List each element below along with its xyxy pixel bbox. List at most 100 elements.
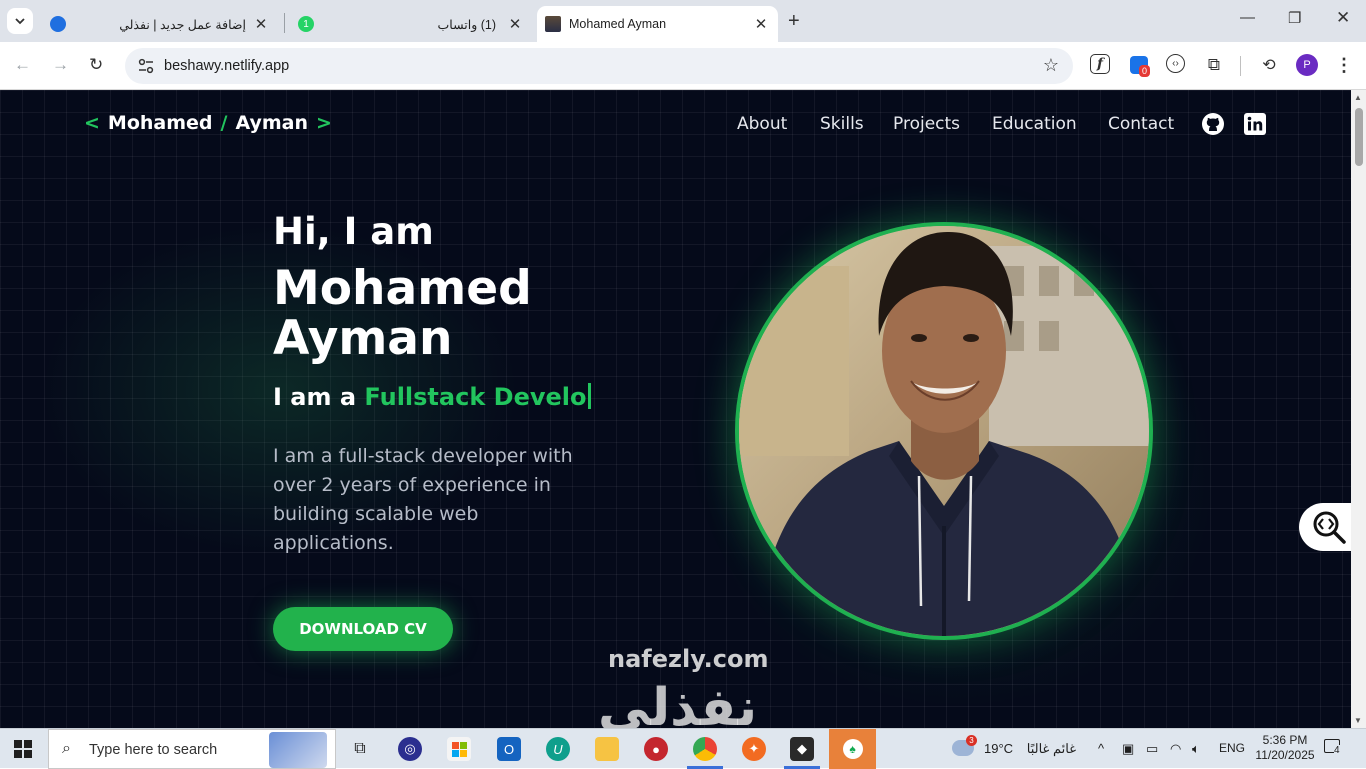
close-tab-icon[interactable]: ✕	[252, 15, 270, 33]
watermark-latin: nafezly.com	[608, 645, 769, 673]
weather-temp[interactable]: 19°C	[984, 741, 1013, 756]
store-app-icon[interactable]	[447, 737, 471, 761]
outlook-app-icon[interactable]: O	[497, 737, 521, 761]
close-tab-icon[interactable]: ✕	[506, 15, 524, 33]
logo-bracket-right: >	[316, 112, 332, 134]
close-tab-icon[interactable]: ✕	[752, 15, 770, 33]
performance-icon[interactable]: ⟲	[1258, 54, 1280, 76]
terminal-app-icon[interactable]: ◆	[790, 737, 814, 761]
camera-icon[interactable]: ▣	[1122, 741, 1134, 757]
extensions-puzzle-icon[interactable]: ⧉	[1203, 54, 1225, 76]
nafezly-favicon-icon	[50, 16, 66, 32]
reload-icon[interactable]: ↻	[89, 55, 103, 75]
file-explorer-icon[interactable]	[595, 737, 619, 761]
scroll-down-icon[interactable]: ▼	[1354, 716, 1362, 725]
minimize-icon[interactable]: —	[1240, 9, 1255, 26]
upwork-app-icon[interactable]: U	[546, 737, 570, 761]
hero-name: Mohamed Ayman	[273, 261, 532, 366]
notification-center-icon[interactable]: 4	[1324, 739, 1340, 756]
github-icon[interactable]	[1201, 112, 1225, 136]
tab-whatsapp[interactable]: 1 (1) واتساب ✕	[292, 6, 530, 42]
weather-icon[interactable]: 3	[952, 735, 977, 756]
nav-projects[interactable]: Projects	[893, 114, 960, 134]
download-cv-button[interactable]: DOWNLOAD CV	[273, 607, 453, 651]
devtools-extension-icon[interactable]: ‹›	[1166, 54, 1185, 73]
code-magnifier-icon	[1313, 511, 1346, 544]
tab-separator	[284, 13, 285, 33]
portfolio-favicon-icon	[545, 16, 561, 32]
restore-icon[interactable]: ❐	[1288, 9, 1301, 27]
bookmark-star-icon[interactable]: ☆	[1043, 55, 1059, 76]
browser-toolbar: ← → ↻ beshawy.netlify.app ☆ f 0 ‹› ⧉ ⟲ P…	[0, 42, 1366, 90]
linkedin-icon[interactable]	[1243, 112, 1267, 136]
role-prefix: I am a	[273, 383, 357, 411]
profile-photo	[735, 222, 1153, 640]
site-logo[interactable]: < Mohamed / Ayman >	[84, 112, 332, 134]
notification-count: 4	[1334, 745, 1340, 756]
whatsapp-favicon-icon: 1	[298, 16, 314, 32]
nav-skills[interactable]: Skills	[820, 114, 864, 134]
search-icon: ⌕	[62, 740, 71, 757]
system-clock[interactable]: 5:36 PM 11/20/2025	[1250, 733, 1320, 763]
role-typed-text: Fullstack Develo	[364, 383, 587, 411]
nav-education[interactable]: Education	[992, 114, 1077, 134]
chevron-down-icon	[15, 18, 25, 25]
toolbar-divider	[1240, 56, 1241, 76]
formula-extension-icon[interactable]: f	[1090, 54, 1110, 74]
brave-app-icon[interactable]: ✦	[742, 737, 766, 761]
hero-role: I am a Fullstack Develo	[273, 383, 592, 411]
wifi-icon[interactable]: ◠	[1170, 741, 1181, 757]
clock-time: 5:36 PM	[1262, 733, 1308, 747]
hero-greeting: Hi, I am	[273, 210, 434, 253]
back-icon[interactable]: ←	[14, 55, 31, 75]
tab-title: (1) واتساب	[437, 17, 496, 32]
profile-avatar[interactable]: P	[1296, 54, 1318, 76]
media-app-icon[interactable]: ●	[644, 737, 668, 761]
tab-title: إضافة عمل جديد | نفذلي	[119, 17, 246, 32]
tab-search-button[interactable]	[7, 8, 33, 34]
watermark-arabic: نفذلي	[598, 678, 758, 728]
tab-title: Mohamed Ayman	[569, 17, 667, 31]
nav-about[interactable]: About	[737, 114, 787, 134]
browser-tab-strip: إضافة عمل جديد | نفذلي ✕ 1 (1) واتساب ✕ …	[0, 0, 1366, 42]
search-placeholder: Type here to search	[89, 742, 218, 758]
tab-portfolio[interactable]: Mohamed Ayman ✕	[537, 6, 778, 42]
windows-start-icon[interactable]	[14, 740, 32, 758]
logo-last-name: Ayman	[235, 112, 309, 134]
mongodb-app-icon[interactable]: ♠	[829, 729, 876, 769]
chrome-app-icon[interactable]	[693, 737, 717, 761]
clock-date: 11/20/2025	[1255, 748, 1315, 762]
extension-badge: 0	[1139, 65, 1151, 77]
close-window-icon[interactable]: ✕	[1336, 8, 1350, 28]
windows-taskbar: ⌕ Type here to search ⧉ ◎ O U ● ✦ ◆ ♠ 3 …	[0, 728, 1366, 769]
code-zoom-widget[interactable]	[1299, 503, 1351, 551]
scrollbar-thumb[interactable]	[1355, 108, 1363, 166]
copilot-app-icon[interactable]: ◎	[398, 737, 422, 761]
taskbar-search-box[interactable]: ⌕ Type here to search	[48, 729, 336, 769]
nav-contact[interactable]: Contact	[1108, 114, 1174, 134]
page-viewport: < Mohamed / Ayman > About Skills Project…	[0, 90, 1351, 728]
url-text: beshawy.netlify.app	[164, 58, 290, 74]
site-settings-icon[interactable]	[137, 57, 155, 75]
new-tab-button[interactable]: +	[788, 10, 800, 33]
typing-caret	[588, 383, 592, 409]
battery-icon[interactable]: ▭	[1146, 741, 1158, 757]
hero-description: I am a full-stack developer with over 2 …	[273, 445, 573, 554]
tab-nafezly[interactable]: إضافة عمل جديد | نفذلي ✕	[44, 6, 276, 42]
address-bar[interactable]: beshawy.netlify.app ☆	[125, 48, 1073, 84]
weather-badge: 3	[966, 735, 977, 746]
extension-counter-icon[interactable]: 0	[1128, 54, 1151, 77]
scroll-up-icon[interactable]: ▲	[1354, 93, 1362, 102]
forward-icon[interactable]: →	[52, 55, 69, 75]
page-scrollbar[interactable]: ▲ ▼	[1351, 90, 1366, 728]
browser-menu-icon[interactable]: ⋮	[1333, 54, 1355, 76]
task-view-icon[interactable]: ⧉	[348, 737, 372, 761]
logo-slash: /	[220, 112, 228, 134]
logo-bracket-left: <	[84, 112, 100, 134]
volume-icon[interactable]: 🔈︎	[1192, 741, 1200, 757]
hidden-icons-chevron-icon[interactable]: ^	[1098, 741, 1104, 756]
weather-condition[interactable]: غائم غالبًا	[1020, 741, 1076, 757]
search-highlight-image	[269, 732, 327, 768]
portrait-illustration	[739, 226, 1149, 636]
language-indicator[interactable]: ENG	[1219, 741, 1245, 755]
